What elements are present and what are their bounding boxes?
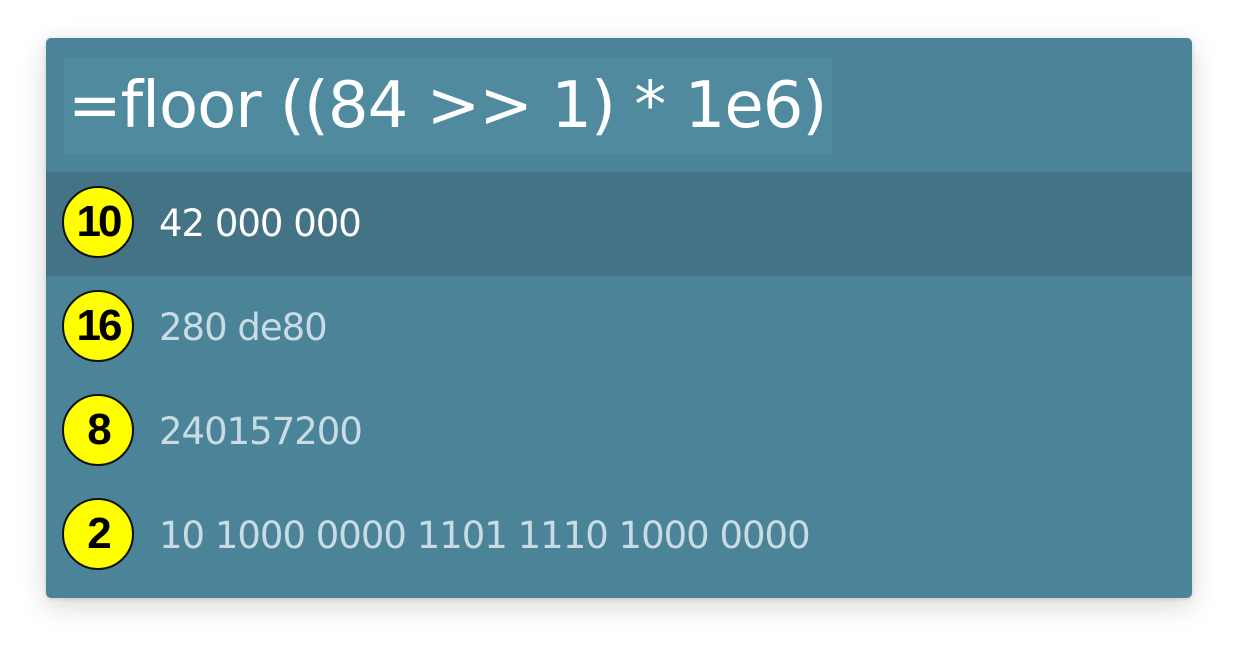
expression-input[interactable]: =floor ((84 >> 1) * 1e6) <box>64 58 832 154</box>
base-16-badge-icon: 16 <box>62 290 134 362</box>
base-10-badge-icon: 10 <box>62 186 134 258</box>
calculator-panel: =floor ((84 >> 1) * 1e6) 10 42 000 000 1… <box>46 38 1192 598</box>
result-value-decimal: 42 000 000 <box>159 202 362 245</box>
base-8-badge-icon: 8 <box>62 394 134 466</box>
result-value-octal: 240157200 <box>159 410 363 453</box>
result-row-base-10[interactable]: 10 42 000 000 <box>46 172 1192 276</box>
result-row-base-2[interactable]: 2 10 1000 0000 1101 1110 1000 0000 <box>46 484 1192 588</box>
result-value-hex: 280 de80 <box>159 306 328 349</box>
base-2-badge-icon: 2 <box>62 498 134 570</box>
result-row-base-16[interactable]: 16 280 de80 <box>46 276 1192 380</box>
query-row: =floor ((84 >> 1) * 1e6) <box>46 38 1192 172</box>
result-value-binary: 10 1000 0000 1101 1110 1000 0000 <box>159 514 811 557</box>
result-row-base-8[interactable]: 8 240157200 <box>46 380 1192 484</box>
